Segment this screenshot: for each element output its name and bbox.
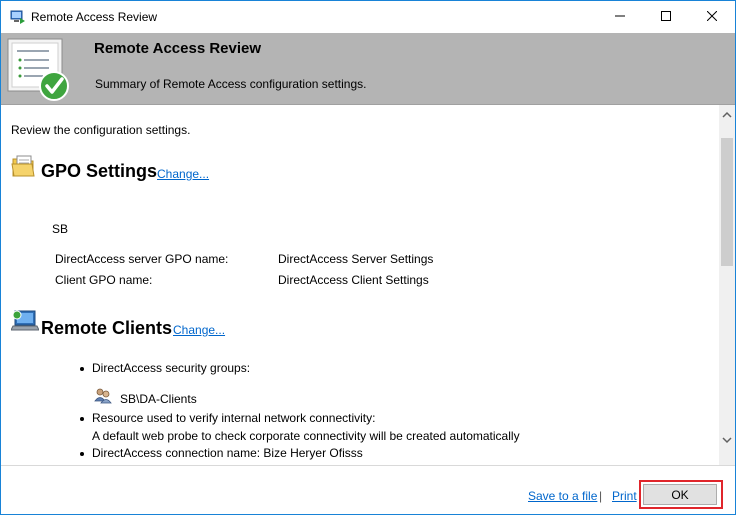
connection-name-text: DirectAccess connection name: Bize Herye… xyxy=(92,446,363,460)
close-button[interactable] xyxy=(689,1,735,33)
client-gpo-label: Client GPO name: xyxy=(55,273,153,287)
header-subtitle: Summary of Remote Access configuration s… xyxy=(95,77,367,91)
server-gpo-value: DirectAccess Server Settings xyxy=(278,252,434,266)
bullet-dot xyxy=(80,417,84,421)
remote-access-review-window: Remote Access Review Remote Access Revie… xyxy=(0,0,736,515)
scroll-down-button[interactable] xyxy=(719,431,735,448)
connectivity-resource-value: A default web probe to check corporate c… xyxy=(92,429,520,443)
remote-clients-title: Remote Clients xyxy=(41,318,173,338)
remote-clients-change-link[interactable]: Change... xyxy=(173,323,225,337)
client-gpo-value: DirectAccess Client Settings xyxy=(278,273,429,287)
bullet-dot xyxy=(80,367,84,371)
footer-separator: | xyxy=(599,489,603,503)
gpo-domain: SB xyxy=(52,222,69,236)
close-icon xyxy=(706,8,718,26)
scroll-thumb[interactable] xyxy=(721,138,733,266)
connectivity-resource-label: Resource used to verify internal network… xyxy=(92,411,376,425)
vertical-scrollbar[interactable] xyxy=(719,105,735,465)
wizard-header: Remote Access Review Summary of Remote A… xyxy=(1,33,735,104)
gpo-settings-title: GPO Settings xyxy=(41,161,158,181)
title-bar[interactable]: Remote Access Review xyxy=(1,1,735,33)
chevron-up-icon xyxy=(722,105,732,123)
user-group-icon xyxy=(94,388,112,404)
remote-clients-icon xyxy=(10,309,40,335)
dialog-footer: Save to a file | Print OK xyxy=(1,466,735,514)
print-link[interactable]: Print xyxy=(612,489,637,503)
review-content-pane: Review the configuration settings. GPO S… xyxy=(1,105,719,465)
bullet-dot xyxy=(80,452,84,456)
minimize-button[interactable] xyxy=(597,1,643,33)
scroll-up-button[interactable] xyxy=(719,105,735,122)
security-group-name: SB\DA-Clients xyxy=(120,392,197,406)
security-groups-label: DirectAccess security groups: xyxy=(92,361,251,375)
server-gpo-label: DirectAccess server GPO name: xyxy=(55,252,229,266)
intro-text: Review the configuration settings. xyxy=(11,123,191,137)
chevron-down-icon xyxy=(722,431,732,449)
ok-button[interactable]: OK xyxy=(643,484,717,505)
window-title: Remote Access Review xyxy=(31,10,158,24)
gpo-folder-icon xyxy=(11,153,37,179)
save-to-file-link[interactable]: Save to a file xyxy=(528,489,597,503)
header-title: Remote Access Review xyxy=(94,40,262,57)
minimize-icon xyxy=(615,8,625,26)
review-checklist-icon xyxy=(7,38,69,102)
remote-access-app-icon xyxy=(10,9,26,25)
maximize-icon xyxy=(661,8,671,26)
gpo-change-link[interactable]: Change... xyxy=(157,167,209,181)
maximize-button[interactable] xyxy=(643,1,689,33)
